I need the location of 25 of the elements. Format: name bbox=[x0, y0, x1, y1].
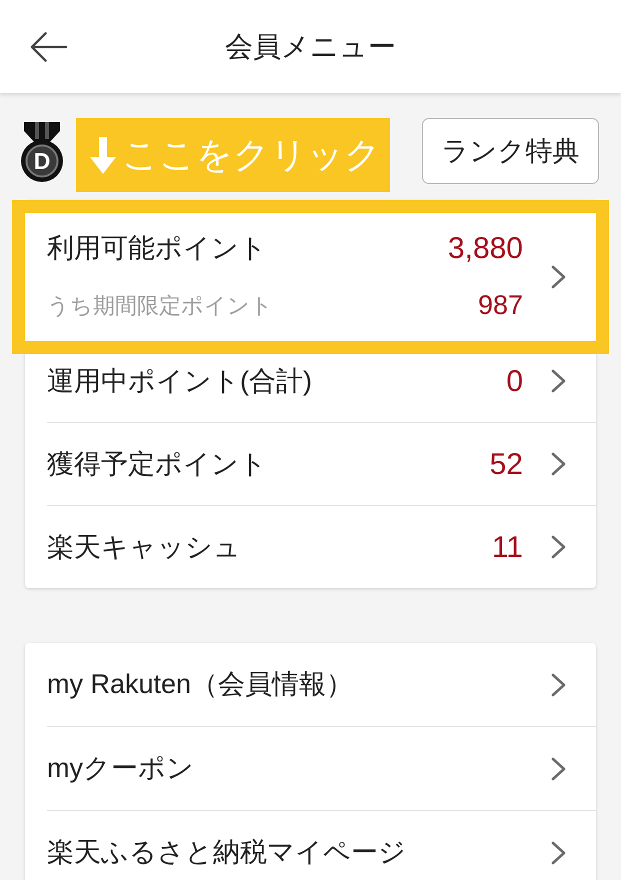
back-arrow-icon[interactable] bbox=[30, 32, 68, 62]
chevron-right-icon bbox=[551, 672, 566, 696]
menu-label[interactable]: 楽天ふるさと納税マイページ bbox=[47, 832, 406, 873]
point-value: 0 bbox=[506, 364, 523, 400]
point-value: 11 bbox=[492, 530, 523, 566]
chevron-right-icon bbox=[551, 452, 566, 476]
menu-label[interactable]: 運用中ポイント(合計) bbox=[47, 360, 312, 402]
chevron-right-icon bbox=[551, 840, 566, 864]
menu-label[interactable]: my Rakuten（会員情報） bbox=[47, 664, 354, 705]
page-title: 会員メニュー bbox=[224, 30, 397, 64]
callout-text: ここをクリック bbox=[122, 137, 381, 173]
chevron-right-icon bbox=[551, 535, 566, 559]
menu-label[interactable]: 楽天キャッシュ bbox=[47, 526, 241, 568]
sub-label: うち期間限定ポイント bbox=[47, 292, 273, 320]
menu-label[interactable]: 獲得予定ポイント bbox=[47, 444, 267, 484]
point-value: 3,880 bbox=[448, 231, 523, 267]
rank-benefits-button[interactable]: ランク特典 bbox=[422, 118, 599, 184]
menu-label[interactable]: 利用可能ポイント bbox=[47, 228, 267, 269]
point-value: 52 bbox=[490, 446, 523, 482]
chevron-right-icon bbox=[551, 265, 566, 289]
chevron-right-icon bbox=[551, 369, 566, 393]
menu-label[interactable]: myクーポン bbox=[47, 748, 194, 789]
chevron-right-icon bbox=[551, 756, 566, 780]
arrow-down-icon bbox=[90, 136, 116, 174]
point-value: 987 bbox=[478, 289, 523, 322]
